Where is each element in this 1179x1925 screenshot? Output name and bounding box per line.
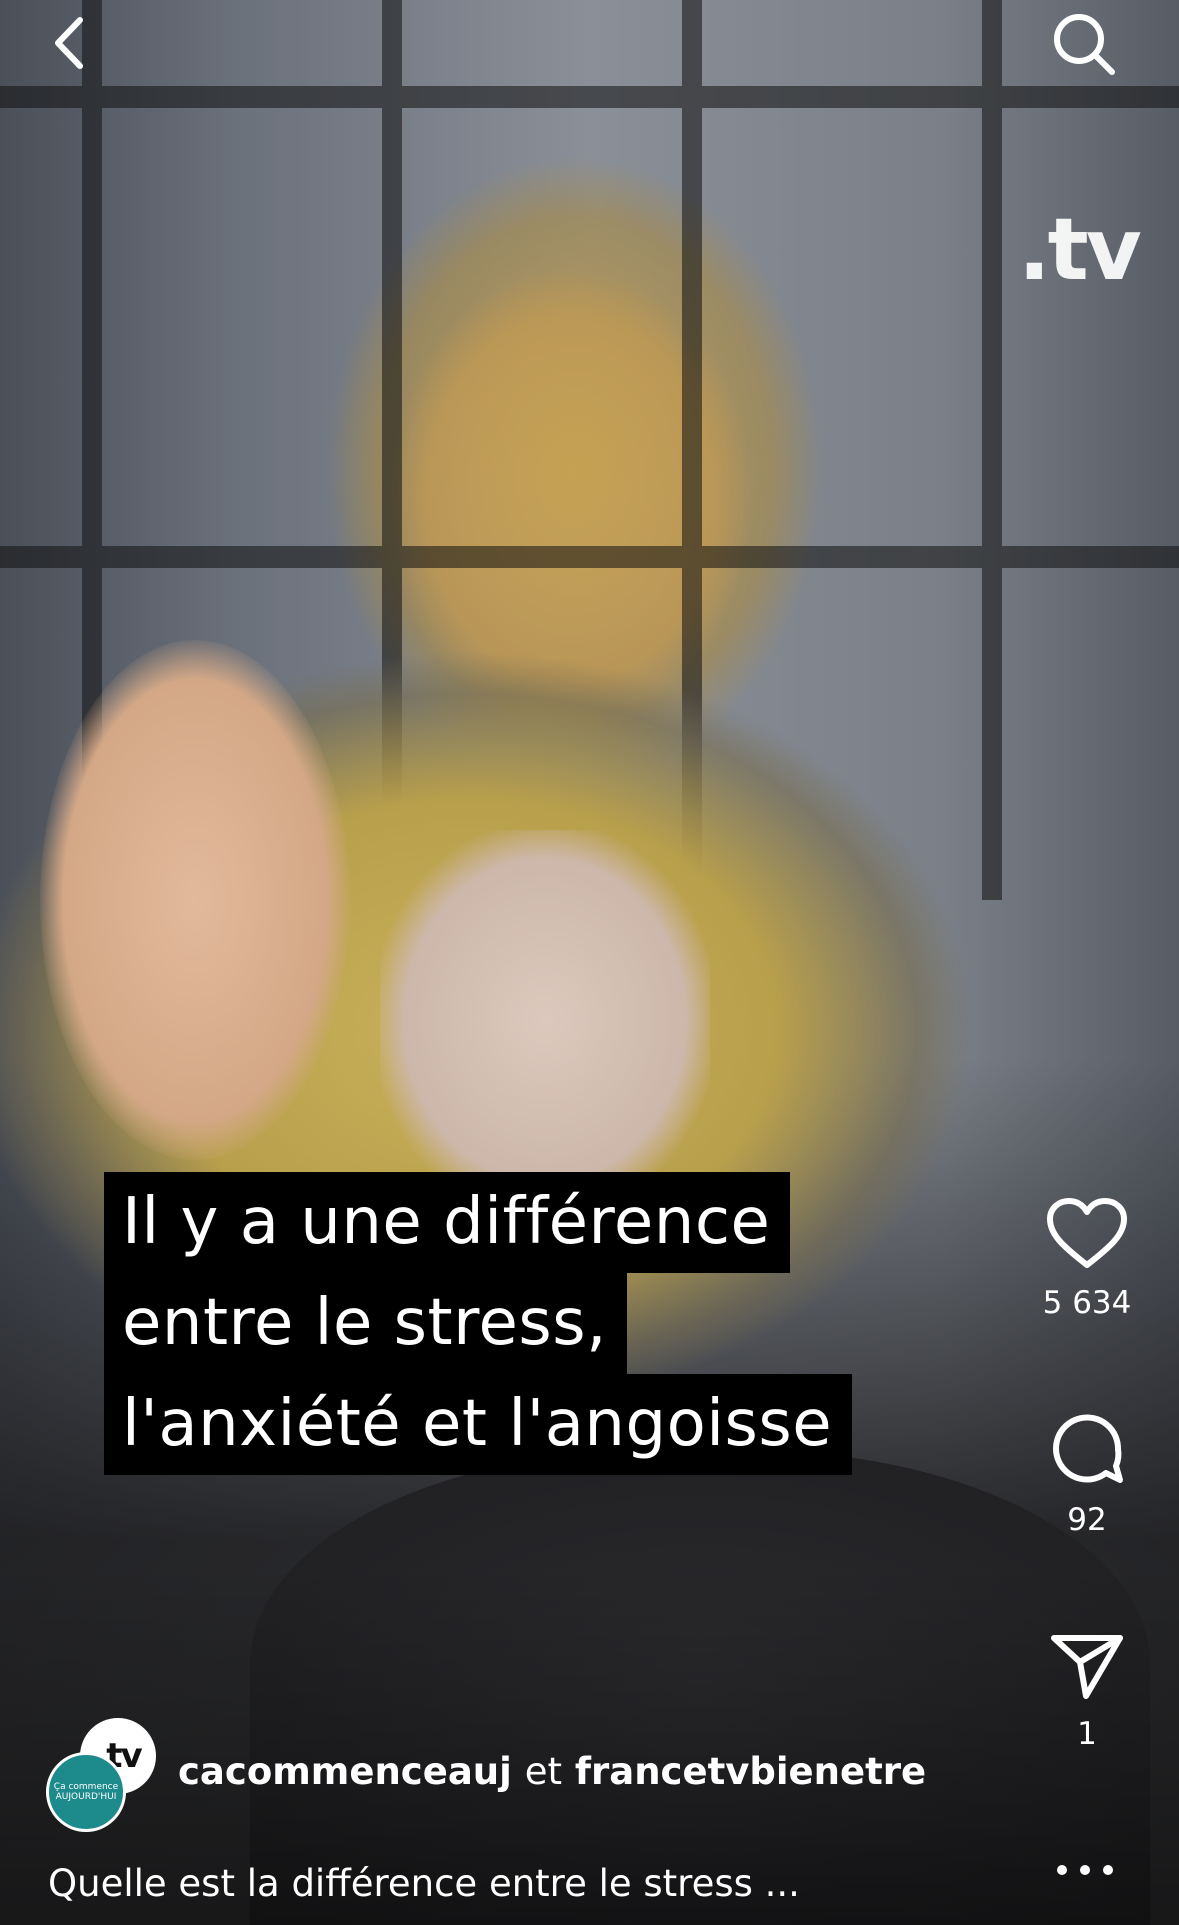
caption-line: Il y a une différence: [104, 1172, 791, 1273]
comment-icon: [1053, 1414, 1123, 1483]
search-button[interactable]: [1048, 8, 1120, 80]
post-description[interactable]: Quelle est la différence entre le stress…: [48, 1862, 800, 1905]
ellipsis-icon: [1057, 1865, 1113, 1875]
heart-icon: [1047, 1198, 1127, 1268]
back-button[interactable]: [46, 12, 94, 74]
author-link-primary[interactable]: cacommenceauj: [178, 1750, 512, 1793]
author-link-secondary[interactable]: francetvbienetre: [575, 1750, 926, 1793]
avatar-cacommenceauj[interactable]: Ça commence AUJOURD'HUI: [46, 1752, 126, 1832]
share-button[interactable]: 1: [1022, 1630, 1152, 1752]
presenter-hand: [40, 640, 350, 1160]
presenter-shirt: [380, 830, 710, 1210]
video-caption: Il y a une différence entre le stress, l…: [104, 1172, 853, 1475]
caption-line: entre le stress,: [104, 1273, 627, 1374]
like-button[interactable]: 5 634: [1022, 1195, 1152, 1321]
like-count: 5 634: [1042, 1285, 1132, 1321]
author-avatars[interactable]: .tv Ça commence AUJOURD'HUI: [46, 1718, 160, 1832]
channel-watermark: .tv: [1018, 200, 1142, 300]
more-options-button[interactable]: [1050, 1855, 1120, 1885]
share-count: 1: [1077, 1716, 1097, 1752]
comment-count: 92: [1067, 1502, 1107, 1538]
search-icon: [1054, 14, 1115, 75]
send-icon: [1051, 1635, 1123, 1699]
author-separator: et: [524, 1750, 562, 1793]
comment-button[interactable]: 92: [1022, 1410, 1152, 1538]
authors-line: cacommenceauj et francetvbienetre: [178, 1750, 926, 1793]
caption-line: l'anxiété et l'angoisse: [104, 1374, 853, 1475]
chevron-left-icon: [55, 17, 83, 69]
